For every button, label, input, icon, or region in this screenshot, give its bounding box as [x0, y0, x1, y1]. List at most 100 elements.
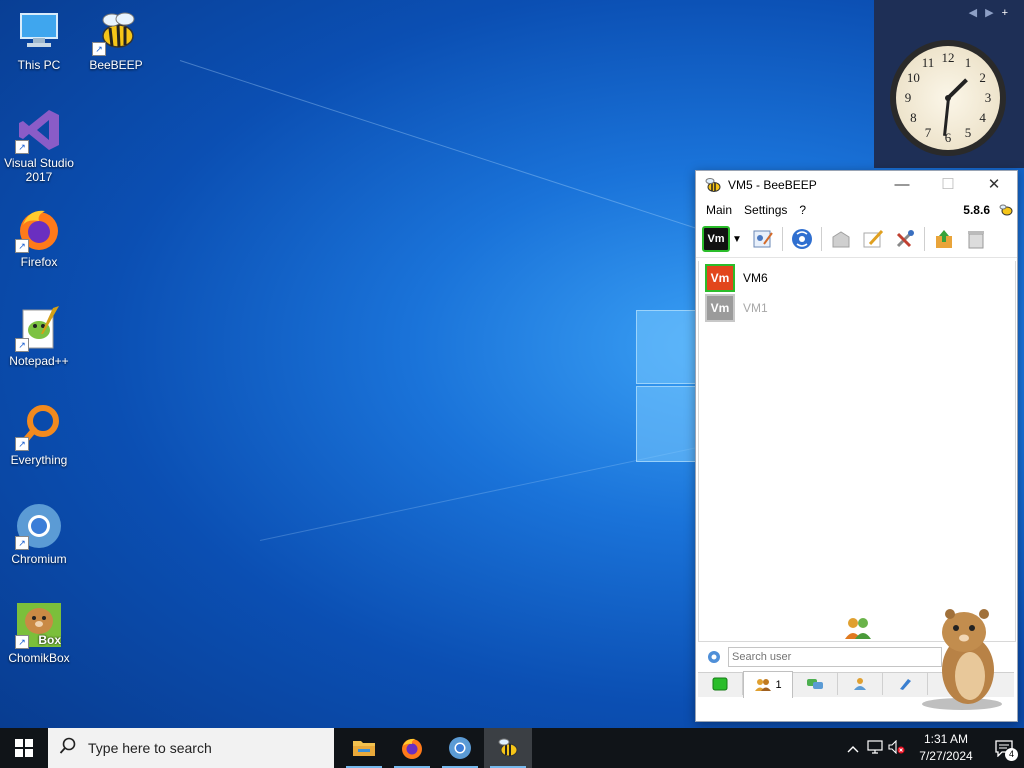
- menu-help[interactable]: ?: [799, 203, 806, 217]
- taskbar-firefox[interactable]: [388, 728, 436, 768]
- desktop-icon-label: BeeBEEP: [89, 58, 143, 72]
- tab-chats[interactable]: [793, 673, 838, 695]
- toolbar-separator: [781, 227, 783, 251]
- share-folder-icon[interactable]: [931, 226, 957, 252]
- chomikbox-icon: Box ↗: [15, 601, 63, 649]
- clock-number: 9: [904, 90, 912, 105]
- desktop-icon-chromium[interactable]: ↗ Chromium: [1, 502, 77, 566]
- clock-number: 8: [910, 110, 917, 125]
- gadget-controls[interactable]: ◀▶+: [969, 6, 1016, 19]
- edit-profile-icon[interactable]: [750, 226, 776, 252]
- groups-icon: [854, 678, 866, 690]
- taskbar-search-box[interactable]: Type here to search: [48, 728, 334, 768]
- windows-icon: [15, 739, 33, 757]
- plugins-icon[interactable]: [892, 226, 918, 252]
- taskbar-clock[interactable]: 1:31 AM 7/27/2024: [908, 731, 984, 765]
- desktop-icon-chomikbox[interactable]: Box ↗ ChomikBox: [1, 601, 77, 665]
- clock-face: 12 1 2 3 4 5 6 7 8 9 10 11: [896, 46, 1000, 150]
- minimize-button[interactable]: —: [879, 171, 925, 199]
- bee-icon: ↗: [92, 8, 140, 56]
- network-icon[interactable]: [789, 226, 815, 252]
- desktop-icon-firefox[interactable]: ↗ Firefox: [1, 205, 77, 269]
- action-center-button[interactable]: 4: [984, 728, 1024, 768]
- taskbar-file-explorer[interactable]: [340, 728, 388, 768]
- avatar-label: Vm: [710, 271, 730, 285]
- firefox-icon: ↗: [15, 205, 63, 253]
- taskbar-date: 7/27/2024: [919, 749, 973, 763]
- desktop-icon-visual-studio[interactable]: ↗ Visual Studio 2017: [1, 106, 77, 184]
- trash-icon[interactable]: [963, 226, 989, 252]
- write-note-icon[interactable]: [860, 226, 886, 252]
- status-dropdown-icon[interactable]: ▼: [732, 234, 742, 245]
- bee-icon: [705, 178, 721, 192]
- clock-number: 4: [979, 110, 986, 125]
- chomikbox-badge: Box: [38, 633, 61, 647]
- desktop-icon-notepad-plus-plus[interactable]: ↗ Notepad++: [1, 304, 77, 368]
- version-label: 5.8.6: [963, 203, 990, 217]
- maximize-button[interactable]: ☐: [925, 171, 971, 199]
- title-bar[interactable]: VM5 - BeeBEEP — ☐ ✕: [696, 171, 1017, 199]
- files-icon: [900, 679, 911, 690]
- toolbar-separator: [923, 227, 925, 251]
- volume-muted-icon[interactable]: [886, 739, 908, 757]
- shortcut-arrow-icon: ↗: [15, 338, 29, 352]
- start-button[interactable]: [0, 728, 48, 768]
- taskbar-beebeep[interactable]: [484, 728, 532, 768]
- desktop-icon-label: Everything: [10, 453, 68, 467]
- user-row[interactable]: Vm VM6: [699, 263, 1015, 293]
- gadget-add-icon[interactable]: +: [1002, 7, 1016, 19]
- notepad-plus-plus-icon: ↗: [15, 304, 63, 352]
- shortcut-arrow-icon: ↗: [15, 239, 29, 253]
- menu-settings[interactable]: Settings: [744, 203, 787, 217]
- firefox-icon: [402, 738, 422, 759]
- tab-groups[interactable]: [838, 673, 883, 695]
- file-explorer-icon: [353, 741, 375, 756]
- clock-gadget[interactable]: 12 1 2 3 4 5 6 7 8 9 10 11: [890, 40, 1006, 156]
- clock-number: 7: [924, 124, 932, 140]
- toolbar: Vm ▼: [696, 221, 1017, 258]
- search-settings-icon[interactable]: [706, 649, 722, 665]
- clock-number: 11: [921, 55, 935, 71]
- clock-number: 2: [979, 70, 986, 85]
- desktop-icon-this-pc[interactable]: This PC: [1, 8, 77, 72]
- taskbar-chromium[interactable]: [436, 728, 484, 768]
- tab-users[interactable]: 1: [743, 671, 793, 698]
- visual-studio-icon: ↗: [15, 106, 63, 154]
- search-user-input[interactable]: [728, 647, 942, 667]
- taskbar: Type here to search 1:31 AM 7/27/2024 4: [0, 728, 1024, 768]
- hamster-mascot: [920, 606, 1010, 710]
- tab-status[interactable]: [698, 673, 743, 695]
- bee-icon: [999, 204, 1013, 216]
- status-button[interactable]: Vm: [702, 226, 730, 252]
- clock-number: 1: [964, 55, 972, 71]
- avatar: Vm: [705, 294, 735, 322]
- shortcut-arrow-icon: ↗: [15, 140, 29, 154]
- offline-messages-icon[interactable]: [828, 226, 854, 252]
- chevron-up-icon[interactable]: [842, 741, 864, 756]
- clock-number: 10: [906, 70, 920, 85]
- avatar-label: Vm: [710, 301, 730, 315]
- status-avatar: Vm: [707, 233, 725, 245]
- user-name: VM6: [743, 271, 768, 285]
- users-icon: [755, 679, 772, 691]
- users-count: 1: [775, 679, 782, 691]
- menu-bar: Main Settings ? 5.8.6: [696, 199, 1017, 221]
- user-row[interactable]: Vm VM1: [699, 293, 1015, 323]
- network-icon[interactable]: [864, 739, 886, 757]
- desktop-icon-label: This PC: [17, 58, 61, 72]
- desktop-icon-everything[interactable]: ↗ Everything: [1, 403, 77, 467]
- close-button[interactable]: ✕: [971, 171, 1017, 199]
- clock-center-pin: [945, 95, 951, 101]
- menu-main[interactable]: Main: [706, 203, 732, 217]
- beebeep-icon: [498, 738, 518, 757]
- users-watermark-icon: [845, 618, 871, 639]
- desktop-icon-beebeep[interactable]: ↗ BeeBEEP: [78, 8, 154, 72]
- chromium-icon: ↗: [15, 502, 63, 550]
- window-title: VM5 - BeeBEEP: [728, 178, 817, 192]
- system-tray: 1:31 AM 7/27/2024 4: [842, 728, 1024, 768]
- gadget-next-icon[interactable]: ▶: [985, 7, 1001, 19]
- chromium-icon: [449, 737, 471, 759]
- gadget-prev-icon[interactable]: ◀: [969, 7, 985, 19]
- status-icon: [712, 677, 728, 691]
- desktop-icon-label: Notepad++: [9, 354, 69, 368]
